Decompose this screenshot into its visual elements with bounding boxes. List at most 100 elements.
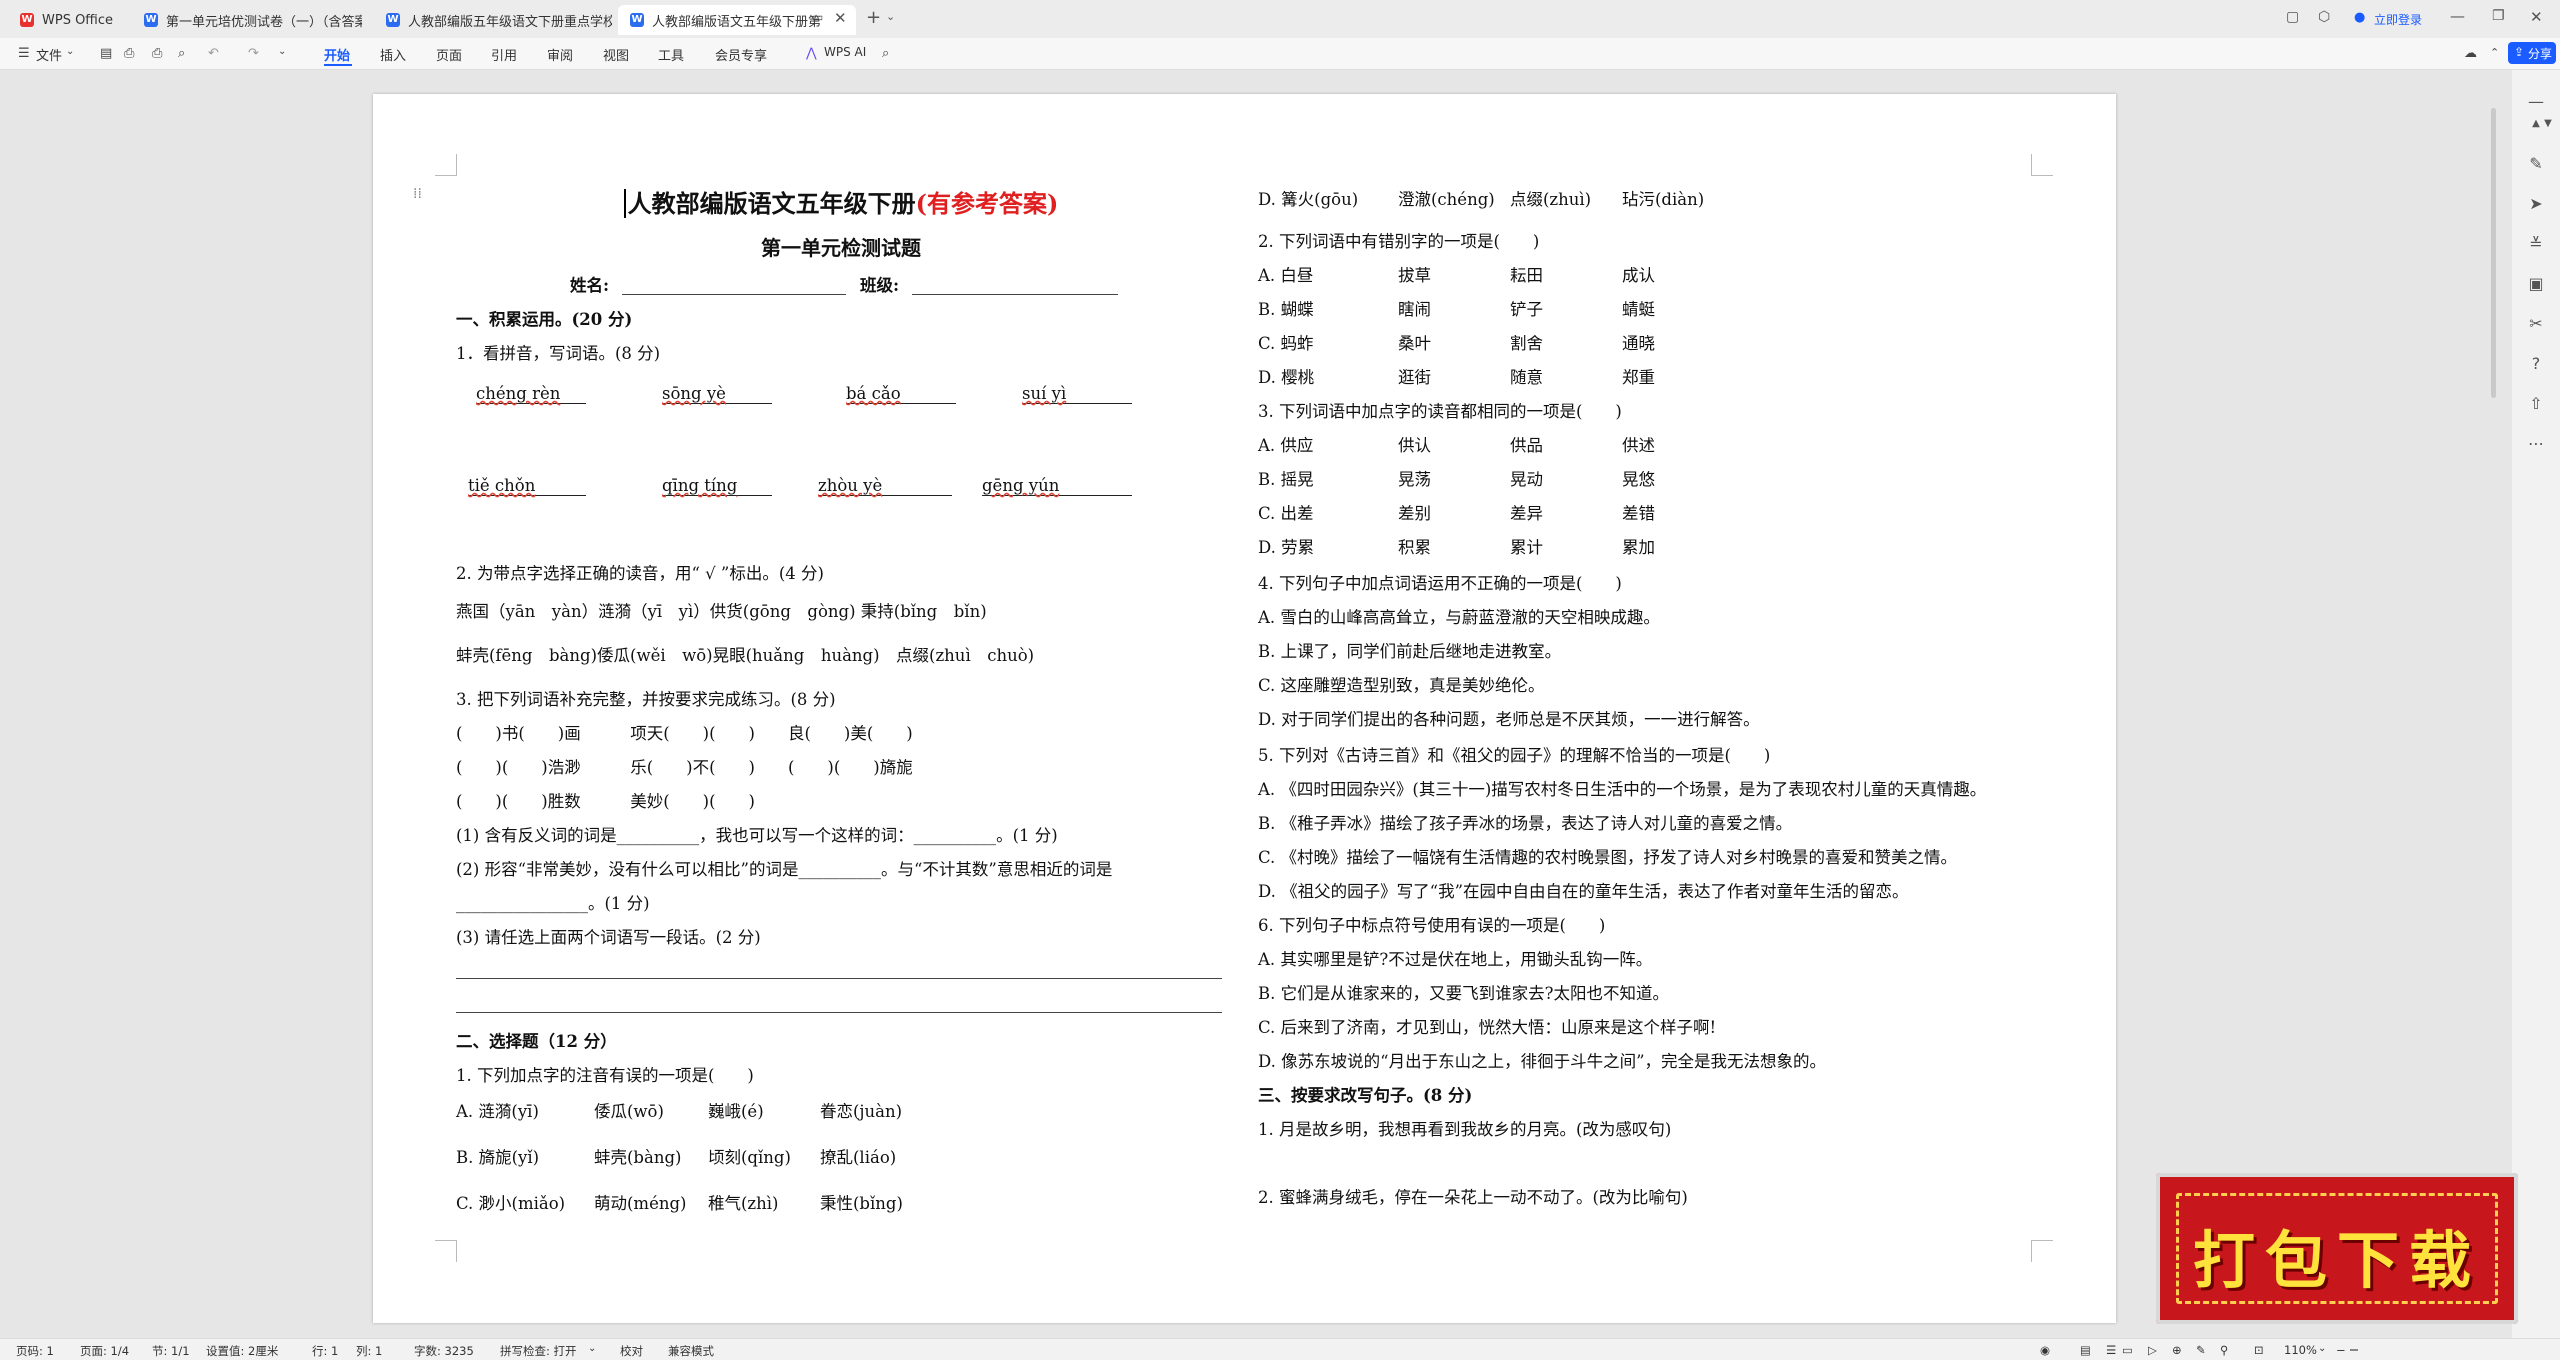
status-pages[interactable]: 页面: 1/4 xyxy=(80,1343,129,1359)
pinyin-item[interactable]: tiě chǒn xyxy=(468,476,586,496)
download-promo-banner[interactable]: 打包下载 xyxy=(2156,1173,2518,1324)
chevron-down-icon[interactable]: ⌄ xyxy=(278,46,286,57)
status-compat[interactable]: 兼容模式 xyxy=(668,1343,714,1359)
tab-document-2[interactable]: W 人教部编版五年级语文下册重点学校 xyxy=(374,5,612,35)
option: D. 对于同学们提出的各种问题，老师总是不厌其烦，一一进行解答。 xyxy=(1258,710,1760,729)
layout-view-icon[interactable]: ▭ xyxy=(2122,1343,2133,1357)
status-row[interactable]: 行: 1 xyxy=(312,1343,338,1359)
menu-page[interactable]: 页面 xyxy=(436,45,462,64)
tab-wps-office[interactable]: W WPS Office xyxy=(8,5,128,35)
question-line: (1) 含有反义词的词是__________，我也可以写一个这样的词：_____… xyxy=(456,826,1058,845)
menu-home[interactable]: 开始 xyxy=(324,45,350,64)
drag-handle-icon[interactable]: ⁞⁞ xyxy=(413,186,422,202)
restore-icon[interactable]: ❐ xyxy=(2492,8,2505,24)
edit-icon[interactable]: ✎ xyxy=(2196,1343,2206,1357)
print-icon[interactable]: ⎙ xyxy=(152,46,162,61)
close-tab-icon[interactable]: ✕ xyxy=(834,9,847,27)
user-icon[interactable]: ● xyxy=(2354,10,2365,25)
share-button[interactable]: ⇪ 分享 xyxy=(2508,42,2556,64)
zoom-level[interactable]: 110% xyxy=(2284,1343,2317,1357)
login-link[interactable]: 立即登录 xyxy=(2374,11,2422,28)
pinyin-item[interactable]: bá cǎo xyxy=(846,384,956,404)
status-words[interactable]: 字数: 3235 xyxy=(414,1343,474,1359)
doc-title: 人教部编版语文五年级下册(有参考答案) xyxy=(456,184,1226,219)
name-blank[interactable] xyxy=(622,294,846,295)
question-line: ( )( )浩渺 乐( )不( ) ( )( )旖旎 xyxy=(456,758,913,777)
cloud-icon[interactable]: ☁ xyxy=(2464,46,2477,61)
tab-document-1[interactable]: W 第一单元培优测试卷（一）（含答案） xyxy=(132,5,362,35)
pinyin-item[interactable]: sōng yè xyxy=(662,384,772,404)
chevron-up-icon[interactable]: ⌃ xyxy=(2490,46,2499,59)
status-section[interactable]: 节: 1/1 xyxy=(152,1343,190,1359)
menu-icon[interactable]: ☰ xyxy=(18,46,30,61)
file-menu[interactable]: 文件 xyxy=(36,45,62,64)
search-icon[interactable]: ⌕ xyxy=(882,46,889,61)
redo-icon[interactable]: ↷ xyxy=(248,46,259,61)
section-heading: 二、选择题（12 分） xyxy=(456,1032,617,1051)
status-spell[interactable]: 拼写检查: 打开 xyxy=(500,1343,577,1359)
pinyin-item[interactable]: chéng rèn xyxy=(476,384,586,404)
pinyin-item[interactable]: qīng tíng xyxy=(662,476,772,496)
fit-page-icon[interactable]: ⊡ xyxy=(2254,1343,2264,1357)
vertical-scrollbar[interactable] xyxy=(2491,108,2496,398)
minimize-panel-icon[interactable]: — xyxy=(2524,92,2548,111)
close-window-icon[interactable]: ✕ xyxy=(2530,8,2543,26)
status-setting[interactable]: 设置值: 2厘米 xyxy=(206,1343,278,1359)
eye-icon[interactable]: ◉ xyxy=(2040,1343,2050,1357)
title-text: 人教部编版语文五年级下册 xyxy=(623,189,916,218)
answer-line[interactable] xyxy=(456,1012,1222,1013)
tools-icon[interactable]: ✂ xyxy=(2524,314,2548,333)
link-icon[interactable]: ⚲ xyxy=(2220,1343,2228,1357)
minimize-icon[interactable]: — xyxy=(2450,7,2465,25)
option: A. 雪白的山峰高高耸立，与蔚蓝澄澈的天空相映成趣。 xyxy=(1258,608,1660,627)
menu-member[interactable]: 会员专享 xyxy=(715,45,767,64)
more-icon[interactable]: ⋯ xyxy=(2524,434,2548,453)
chevron-down-icon[interactable]: ⌄ xyxy=(588,1343,596,1354)
settings-sliders-icon[interactable]: ≚ xyxy=(2524,234,2548,253)
print-preview-icon[interactable]: ⌕ xyxy=(178,46,185,61)
pinyin-item[interactable]: suí yì xyxy=(1022,384,1132,404)
status-proof[interactable]: 校对 xyxy=(620,1343,643,1359)
menu-review[interactable]: 审阅 xyxy=(547,45,573,64)
page-view-icon[interactable]: ▤ xyxy=(2080,1343,2091,1357)
menu-insert[interactable]: 插入 xyxy=(380,45,406,64)
wps-ai-icon[interactable]: ⋀ xyxy=(806,46,817,61)
chevron-down-icon[interactable]: ⌄ xyxy=(886,10,895,23)
wps-ai-button[interactable]: WPS AI xyxy=(824,45,866,59)
chevron-down-icon[interactable]: ⌄ xyxy=(2318,1343,2326,1354)
chevron-down-icon[interactable]: ▼ xyxy=(2536,118,2560,129)
status-bar: 页码: 1 页面: 1/4 节: 1/1 设置值: 2厘米 行: 1 列: 1 … xyxy=(0,1338,2560,1360)
option: B. 它们是从谁家来的，又要飞到谁家去?太阳也不知道。 xyxy=(1258,984,1669,1003)
answer-line[interactable] xyxy=(456,978,1222,979)
menu-references[interactable]: 引用 xyxy=(491,45,517,64)
pinyin-text: sōng yè xyxy=(662,384,726,403)
option: C. 渺小(miǎo) xyxy=(456,1194,566,1213)
option: 耘田 xyxy=(1510,266,1543,285)
document-page[interactable]: ⁞⁞ 人教部编版语文五年级下册(有参考答案) 第一单元检测试题 姓名: 班级: … xyxy=(373,94,2116,1323)
pen-icon[interactable]: ✎ xyxy=(2524,154,2548,173)
undo-icon[interactable]: ↶ xyxy=(208,46,219,61)
screen-icon[interactable]: ▭ xyxy=(812,10,823,24)
export-pdf-icon[interactable]: ⎙ xyxy=(124,46,134,61)
chevron-down-icon[interactable]: ⌄ xyxy=(66,46,74,57)
pinyin-item[interactable]: gēng yún xyxy=(982,476,1132,496)
class-blank[interactable] xyxy=(912,294,1118,295)
globe-icon[interactable]: ⊕ xyxy=(2172,1343,2182,1357)
cursor-icon[interactable]: ➤ xyxy=(2524,194,2548,213)
new-tab-icon[interactable]: + xyxy=(866,7,881,28)
share-panel-icon[interactable]: ⇧ xyxy=(2524,394,2548,413)
help-icon[interactable]: ? xyxy=(2524,354,2548,373)
zoom-out-icon[interactable]: − xyxy=(2336,1343,2346,1357)
status-col[interactable]: 列: 1 xyxy=(356,1343,382,1359)
pinyin-item[interactable]: zhòu yè xyxy=(818,476,952,496)
window-icon[interactable]: ▢ xyxy=(2286,9,2299,25)
play-icon[interactable]: ▷ xyxy=(2148,1343,2157,1357)
cube-icon[interactable]: ⬡ xyxy=(2318,9,2330,25)
menu-view[interactable]: 视图 xyxy=(603,45,629,64)
read-view-icon[interactable]: ☰ xyxy=(2106,1343,2116,1357)
image-icon[interactable]: ▣ xyxy=(2524,274,2548,293)
save-icon[interactable]: ▤ xyxy=(100,46,112,61)
status-page[interactable]: 页码: 1 xyxy=(16,1343,54,1359)
zoom-slider[interactable] xyxy=(2350,1349,2358,1351)
menu-tools[interactable]: 工具 xyxy=(658,45,684,64)
